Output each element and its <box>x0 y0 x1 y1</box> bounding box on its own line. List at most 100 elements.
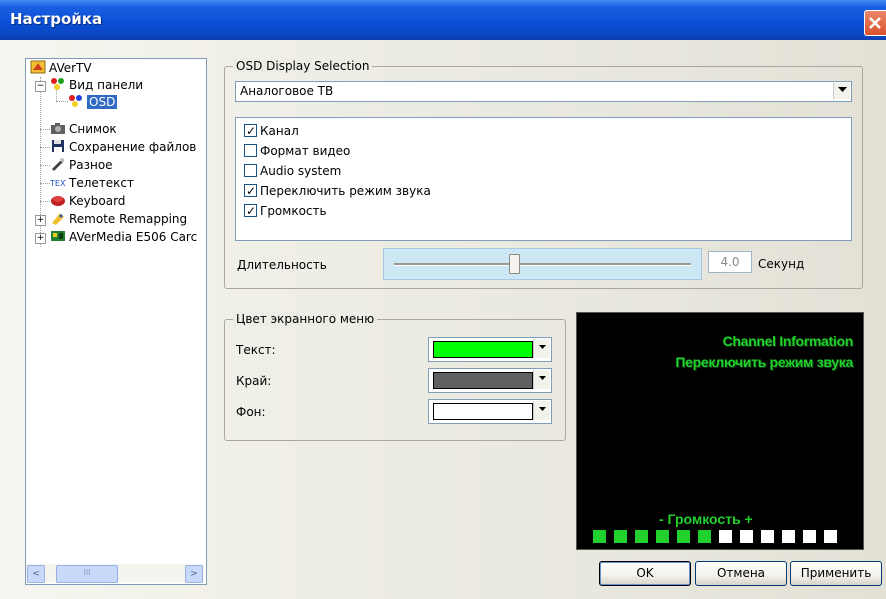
tree-item-teletext[interactable]: TEXT Телетекст <box>49 174 134 192</box>
option-volume[interactable]: ✓ Громкость <box>244 202 327 220</box>
volume-bar-segment <box>740 530 753 543</box>
collapse-expander[interactable]: − <box>35 81 46 92</box>
tree-guide-line <box>40 129 50 130</box>
checkbox[interactable] <box>244 144 257 157</box>
option-label: Переключить режим звука <box>260 184 431 198</box>
misc-icon <box>50 157 66 171</box>
osd-options-list: ✓ Канал Формат видео Audio system ✓ Перекл… <box>235 117 852 241</box>
scroll-thumb[interactable]: III <box>56 565 118 583</box>
group-title: OSD Display Selection <box>233 59 373 73</box>
panel-view-icon <box>50 77 66 91</box>
tree-guide-line <box>40 147 50 148</box>
check-mark-icon: ✓ <box>246 184 257 198</box>
option-switch-audio-mode[interactable]: ✓ Переключить режим звука <box>244 182 431 200</box>
ok-button[interactable]: OK <box>599 561 691 586</box>
tree-guide-line <box>56 101 68 102</box>
remote-icon <box>50 211 66 225</box>
slider-thumb[interactable] <box>508 254 520 274</box>
tree-item-label: AVerMedia E506 Carc <box>69 230 198 244</box>
selected-value: Аналоговое ТВ <box>240 84 334 98</box>
tree-item-panel-view[interactable]: Вид панели <box>50 76 143 94</box>
volume-bar-segment <box>614 530 627 543</box>
close-button[interactable] <box>864 10 886 36</box>
tree-item-misc[interactable]: Разное <box>50 156 113 174</box>
cancel-button[interactable]: Отмена <box>695 561 787 586</box>
duration-slider[interactable] <box>383 248 702 280</box>
volume-bar-segment <box>677 530 690 543</box>
settings-tree[interactable]: AVerTV − Вид панели OSD Снимок Сохранени… <box>25 58 207 585</box>
option-video-format[interactable]: Формат видео <box>244 142 350 160</box>
tree-item-keyboard[interactable]: Keyboard <box>50 192 125 210</box>
dropdown-button[interactable] <box>533 370 550 389</box>
checkbox[interactable]: ✓ <box>244 204 257 218</box>
tree-item-file-saving[interactable]: Сохранение файлов <box>50 138 196 156</box>
check-mark-icon: ✓ <box>246 204 257 218</box>
dropdown-button[interactable] <box>533 401 550 420</box>
checkbox[interactable]: ✓ <box>244 124 257 138</box>
preview-volume-label: - Громкость + <box>659 511 753 527</box>
apply-button[interactable]: Применить <box>790 561 882 586</box>
color-swatch <box>433 341 533 358</box>
close-icon <box>869 17 881 29</box>
expand-expander[interactable]: + <box>35 233 46 244</box>
signal-source-select[interactable]: Аналоговое ТВ <box>235 81 852 102</box>
volume-bar-segment <box>719 530 732 543</box>
tree-item-remote-remapping[interactable]: Remote Remapping <box>50 210 187 228</box>
volume-bar-segment <box>803 530 816 543</box>
tree-item-label: Снимок <box>69 122 117 136</box>
tree-item-label: Телетекст <box>69 176 134 190</box>
tree-guide-line <box>40 183 50 184</box>
teletext-icon: TEXT <box>49 175 70 189</box>
tree-guide-line <box>40 201 50 202</box>
background-color-picker[interactable] <box>428 399 552 424</box>
card-icon <box>50 229 66 243</box>
osd-preview: Channel Information Переключить режим зв… <box>576 312 864 550</box>
color-swatch <box>433 372 533 389</box>
tree-item-label: AVerTV <box>49 61 92 75</box>
checkbox[interactable]: ✓ <box>244 184 257 198</box>
volume-bar-segment <box>635 530 648 543</box>
tree-item-snapshot[interactable]: Снимок <box>50 120 117 138</box>
dropdown-button[interactable] <box>533 339 550 358</box>
option-audio-system[interactable]: Audio system <box>244 162 341 180</box>
preview-audio-mode: Переключить режим звука <box>675 354 853 370</box>
option-label: Громкость <box>260 204 327 218</box>
tree-horizontal-scrollbar[interactable]: < III > <box>26 564 204 583</box>
tree-item-osd[interactable]: OSD <box>68 93 118 111</box>
edge-color-label: Край: <box>236 374 272 388</box>
tree-item-label: Разное <box>69 158 113 172</box>
duration-unit: Секунд <box>758 257 805 271</box>
duration-label: Длительность <box>237 258 327 272</box>
volume-bar-segment <box>761 530 774 543</box>
chevron-down-icon <box>538 407 546 411</box>
volume-bar-segment <box>782 530 795 543</box>
keyboard-icon <box>50 193 66 207</box>
dropdown-button[interactable] <box>833 83 850 99</box>
option-channel[interactable]: ✓ Канал <box>244 122 299 140</box>
scroll-right-button[interactable]: > <box>185 565 203 583</box>
volume-bar-segment <box>698 530 711 543</box>
scroll-left-button[interactable]: < <box>27 565 45 583</box>
camera-icon <box>50 121 66 135</box>
avertv-icon <box>30 60 46 74</box>
volume-bar-segment <box>824 530 837 543</box>
edge-color-picker[interactable] <box>428 368 552 393</box>
option-label: Канал <box>260 124 299 138</box>
tree-item-label: Remote Remapping <box>69 212 188 226</box>
preview-channel-info: Channel Information <box>722 333 854 349</box>
tree-item-avertv[interactable]: AVerTV <box>30 59 92 77</box>
color-swatch <box>433 403 533 420</box>
tree-item-label: Вид панели <box>69 78 144 92</box>
text-color-picker[interactable] <box>428 337 552 362</box>
expand-expander[interactable]: + <box>35 215 46 226</box>
option-label: Формат видео <box>260 144 351 158</box>
option-label: Audio system <box>260 164 342 178</box>
chevron-down-icon <box>538 345 546 349</box>
osd-icon <box>68 94 84 108</box>
volume-bar-segment <box>656 530 669 543</box>
tree-item-avermedia-card[interactable]: AVerMedia E506 Carc <box>50 228 197 246</box>
volume-bar-segment <box>593 530 606 543</box>
chevron-down-icon <box>837 87 847 92</box>
checkbox[interactable] <box>244 164 257 177</box>
duration-value-field[interactable]: 4.0 <box>708 251 752 273</box>
